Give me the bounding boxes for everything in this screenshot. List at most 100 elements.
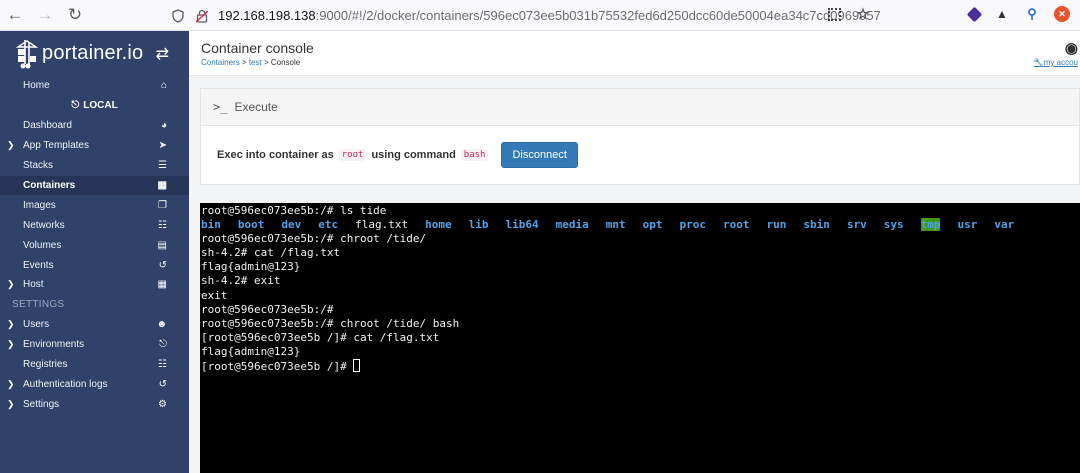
- sitemap-icon: ☷: [158, 219, 167, 231]
- ls-entry: media: [555, 218, 589, 232]
- endpoint-local: ⎋ LOCAL: [0, 96, 189, 116]
- terminal-line: exit: [201, 288, 228, 302]
- terminal-line: flag{admin@123}: [201, 344, 301, 358]
- history-icon: ↺: [158, 378, 167, 390]
- breadcrumb-current: Console: [270, 58, 301, 67]
- url-path: :9000/#!/2/docker/containers/596ec073ee5…: [315, 8, 880, 23]
- tachometer-icon: ◕: [160, 120, 167, 132]
- sidebar-item-authentication-logs[interactable]: ❯ Authentication logs ↺: [0, 374, 189, 394]
- chevron-right-icon: ❯: [7, 339, 15, 350]
- sidebar-item-networks[interactable]: Networks ☷: [0, 215, 189, 235]
- plug-icon: ⎋: [71, 100, 80, 112]
- ls-entry: dev: [281, 218, 302, 232]
- ls-entry: home: [425, 218, 452, 232]
- terminal-prompt: [root@596ec073ee5b /]#: [201, 360, 354, 374]
- list-icon: ☰: [158, 160, 167, 172]
- exec-command-label: using command: [371, 149, 456, 161]
- extension-block-icon[interactable]: ✕: [1054, 6, 1070, 22]
- user-account-icon[interactable]: ◉: [1065, 39, 1078, 57]
- ls-entry: proc: [679, 218, 706, 232]
- sidebar-item-images[interactable]: Images ❐: [0, 195, 189, 215]
- sidebar-item-label: Stacks: [23, 160, 54, 172]
- ls-entry: boot: [237, 218, 265, 232]
- settings-section-title: SETTINGS: [12, 299, 65, 311]
- terminal-line: root@596ec073ee5b:/# ls tide: [201, 204, 387, 217]
- ls-entry: sbin: [803, 218, 830, 232]
- sidebar-item-label: Containers: [23, 180, 76, 191]
- terminal-prompt-line[interactable]: [root@596ec073ee5b /]#: [201, 359, 1080, 373]
- home-icon: ⌂: [160, 80, 167, 92]
- disconnect-button[interactable]: Disconnect: [501, 142, 578, 168]
- sidebar-item-label: Settings: [23, 398, 60, 410]
- terminal-console[interactable]: root@596ec073ee5b:/# ls tide bin boot dev et…: [200, 203, 1080, 473]
- extension-purple-icon[interactable]: [966, 6, 983, 22]
- chevron-right-icon: ❯: [7, 378, 15, 389]
- ls-entry: etc: [318, 218, 339, 232]
- sidebar-item-dashboard[interactable]: Dashboard ◕: [0, 116, 189, 136]
- ls-entry: root: [722, 218, 750, 232]
- qr-code-icon[interactable]: [828, 7, 841, 21]
- chevron-right-icon: ❯: [7, 140, 15, 151]
- exec-label: Exec into container as: [217, 149, 334, 161]
- page-title: Container console: [201, 40, 314, 56]
- page-header: Container console Containers > test > Co…: [189, 31, 1080, 76]
- widget-title: Execute: [234, 100, 278, 114]
- database-icon: ☷: [158, 359, 167, 371]
- portainer-logo-icon: [15, 39, 39, 69]
- my-account-link[interactable]: 🔧my accou: [1034, 58, 1078, 67]
- widget-body: Exec into container as root using comman…: [201, 126, 1079, 184]
- sidebar-item-registries[interactable]: Registries ☷: [0, 355, 189, 375]
- chevron-right-icon: ❯: [7, 279, 15, 290]
- sidebar-item-users[interactable]: ❯ Users ☻: [0, 315, 189, 335]
- extension-hat-icon[interactable]: ▲: [994, 6, 1010, 22]
- sidebar-item-stacks[interactable]: Stacks ☰: [0, 156, 189, 176]
- reload-icon[interactable]: ↻: [60, 0, 90, 31]
- bookmark-star-icon[interactable]: ☆: [855, 6, 871, 23]
- ls-entry: run: [766, 218, 787, 232]
- terminal-line: [root@596ec073ee5b /]# cat /flag.txt: [201, 330, 440, 344]
- ls-entry: srv: [846, 218, 867, 232]
- url-bar[interactable]: 192.168.198.138:9000/#!/2/docker/contain…: [170, 4, 880, 27]
- breadcrumb-container[interactable]: test: [249, 58, 262, 67]
- terminal-icon: >_: [213, 100, 228, 114]
- terminal-line: sh-4.2# cat /flag.txt: [201, 246, 341, 260]
- sidebar-item-host[interactable]: ❯ Host ▦: [0, 275, 189, 295]
- my-account-label: my accou: [1043, 58, 1078, 67]
- sidebar: portainer.io ⇄ Home ⌂ ⎋ LOCAL Dashboard …: [0, 31, 189, 473]
- ls-entry: usr: [957, 218, 978, 232]
- sidebar-item-events[interactable]: Events ↺: [0, 255, 189, 275]
- url-host: 192.168.198.138: [218, 8, 316, 23]
- ls-entry: opt: [642, 218, 663, 232]
- sidebar-item-app-templates[interactable]: ❯ App Templates ➤: [0, 136, 189, 156]
- breadcrumb-separator: >: [261, 58, 271, 67]
- sidebar-item-home[interactable]: Home ⌂: [0, 76, 189, 96]
- sidebar-item-settings[interactable]: ❯ Settings ⚙: [0, 394, 189, 414]
- widget-header: >_ Execute: [201, 89, 1079, 126]
- sidebar-item-label: Environments: [23, 339, 85, 351]
- sidebar-item-label: Authentication logs: [23, 378, 108, 390]
- forward-arrow-icon[interactable]: →: [30, 0, 60, 31]
- history-icon: ↺: [158, 259, 167, 271]
- terminal-line: root@596ec073ee5b:/# chroot /tide/: [201, 232, 427, 246]
- terminal-line: root@596ec073ee5b:/# chroot /tide/ bash: [201, 316, 460, 330]
- sidebar-item-label: Events: [23, 259, 54, 271]
- execute-widget: >_ Execute Exec into container as root u…: [200, 88, 1080, 185]
- sidebar-item-containers[interactable]: Containers ▦: [0, 175, 189, 196]
- ls-entry: sys: [883, 218, 904, 232]
- brand[interactable]: portainer.io ⇄: [0, 31, 189, 76]
- back-arrow-icon[interactable]: ←: [0, 0, 30, 31]
- ls-entry: var: [994, 218, 1015, 232]
- sidebar-item-volumes[interactable]: Volumes ▤: [0, 235, 189, 255]
- extension-pin-icon[interactable]: ⚲: [1024, 6, 1040, 22]
- breadcrumb: Containers > test > Console: [201, 58, 300, 67]
- sidebar-toggle-icon[interactable]: ⇄: [156, 44, 169, 64]
- sidebar-item-label: Networks: [23, 219, 65, 231]
- insecure-lock-icon[interactable]: [194, 8, 210, 24]
- breadcrumb-containers[interactable]: Containers: [201, 58, 240, 67]
- sidebar-item-label: App Templates: [23, 140, 89, 152]
- cogs-icon: ⚙: [158, 398, 167, 410]
- ls-entry: bin: [201, 218, 221, 232]
- sidebar-item-environments[interactable]: ❯ Environments ⎋: [0, 335, 189, 355]
- sidebar-item-label: Home: [23, 80, 50, 92]
- cubes-icon: ▦: [157, 180, 167, 191]
